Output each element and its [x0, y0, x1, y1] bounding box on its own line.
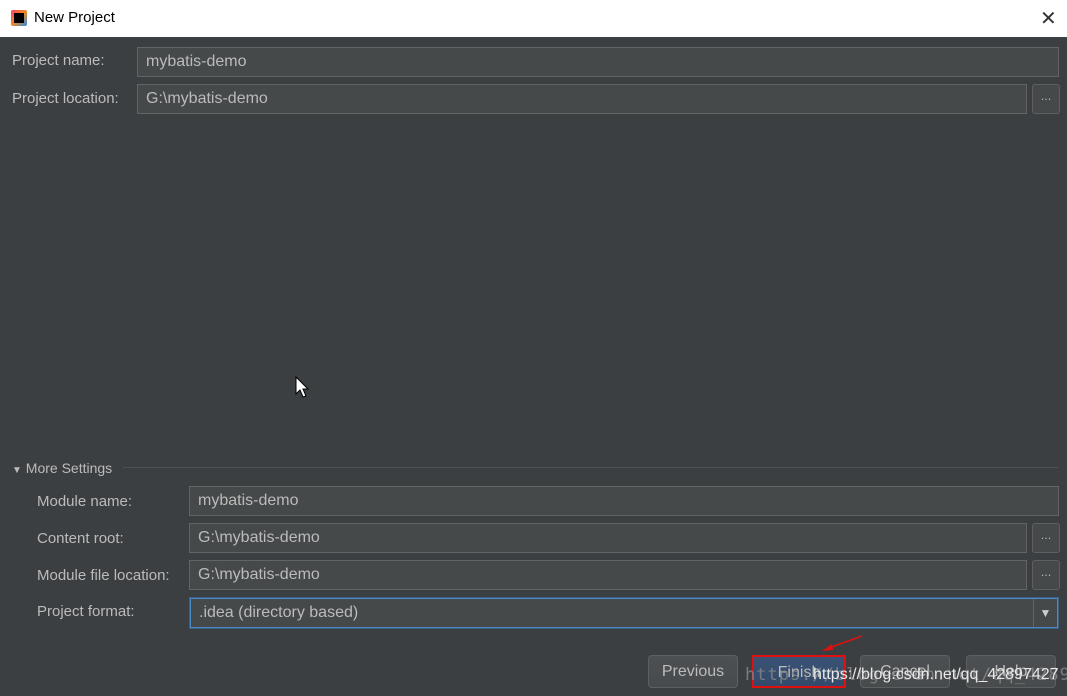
dropdown-arrow-icon[interactable]: ▼ — [1033, 599, 1057, 627]
project-format-label: Project format: — [37, 603, 135, 620]
module-file-location-label: Module file location: — [37, 567, 170, 584]
more-settings-label: More Settings — [25, 460, 113, 476]
separator — [123, 467, 1058, 468]
module-name-label: Module name: — [37, 493, 133, 510]
project-name-input[interactable]: mybatis-demo — [137, 47, 1059, 77]
project-format-value: .idea (directory based) — [199, 604, 359, 621]
project-location-input[interactable]: G:\mybatis-demo — [137, 84, 1027, 114]
triangle-down-icon: ▼ — [12, 465, 22, 476]
intellij-logo-icon — [11, 10, 27, 26]
red-arrow-annotation — [822, 635, 863, 651]
window-title: New Project — [34, 9, 115, 26]
module-name-input[interactable]: mybatis-demo — [189, 486, 1059, 516]
close-icon[interactable]: ✕ — [1040, 6, 1057, 30]
previous-button[interactable]: Previous — [648, 655, 738, 688]
content-root-label: Content root: — [37, 530, 124, 547]
content-root-input[interactable]: G:\mybatis-demo — [189, 523, 1027, 553]
content-root-browse-button[interactable]: ... — [1032, 523, 1060, 553]
project-format-select[interactable]: .idea (directory based) ▼ — [190, 598, 1058, 628]
project-name-label: Project name: — [12, 52, 105, 69]
module-file-location-browse-button[interactable]: ... — [1032, 560, 1060, 590]
title-bar: New Project ✕ — [0, 0, 1067, 37]
mouse-cursor-icon — [295, 376, 310, 398]
project-location-label: Project location: — [12, 90, 119, 107]
module-file-location-input[interactable]: G:\mybatis-demo — [189, 560, 1027, 590]
project-location-browse-button[interactable]: ... — [1032, 84, 1060, 114]
more-settings-toggle[interactable]: ▼ More Settings — [12, 460, 112, 476]
watermark-overlay: https://blog.csdn.net/qq_42897427 — [813, 666, 1059, 683]
